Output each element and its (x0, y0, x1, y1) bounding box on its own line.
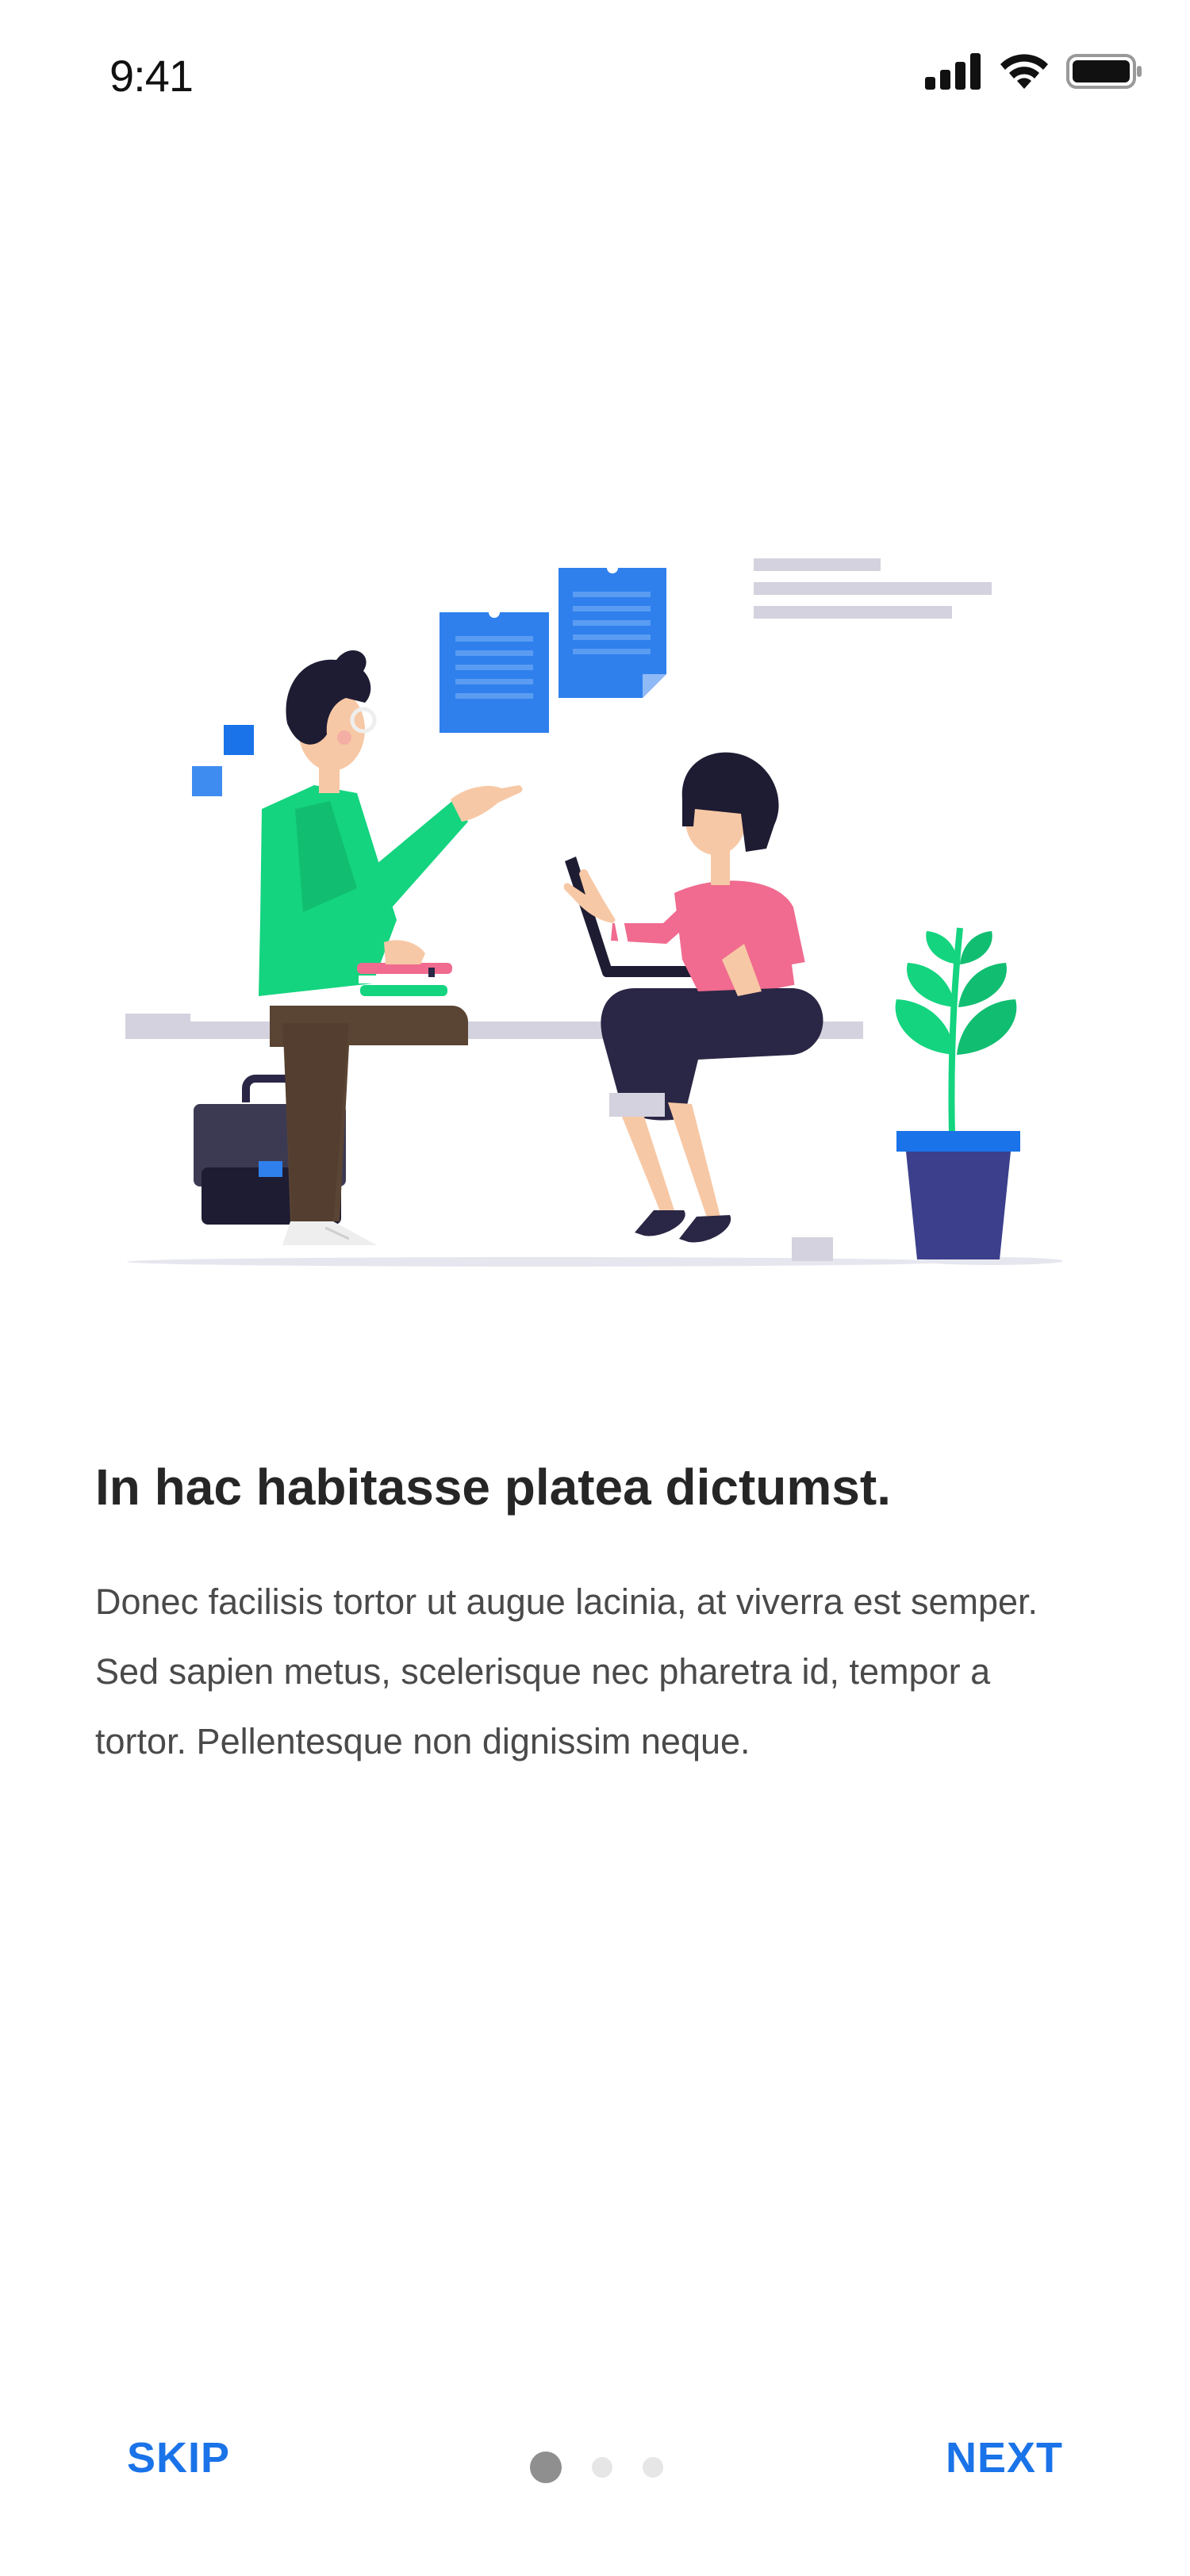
status-time: 9:41 (109, 51, 194, 101)
battery-icon (1066, 53, 1142, 90)
status-bar: 9:41 (0, 0, 1190, 151)
page-dot[interactable] (643, 2457, 663, 2478)
onboarding-navigation: SKIP NEXT (0, 2411, 1190, 2498)
page-title: In hac habitasse platea dictumst. (95, 1459, 891, 1516)
page-dot[interactable] (592, 2457, 612, 2478)
document-icon (559, 562, 666, 698)
page-dot-active[interactable] (530, 2451, 562, 2483)
onboarding-content: In hac habitasse platea dictumst. Donec … (95, 1451, 1095, 1777)
onboarding-illustration (95, 547, 1095, 1293)
skip-button[interactable]: SKIP (127, 2433, 230, 2482)
status-icons (909, 52, 1142, 90)
document-icon (440, 607, 549, 733)
page-description: Donec facilisis tortor ut augue lacinia,… (95, 1581, 1038, 1761)
cellular-signal-icon (925, 53, 982, 90)
next-button[interactable]: NEXT (946, 2433, 1063, 2482)
plant-icon (895, 927, 1020, 1259)
wifi-icon (998, 52, 1050, 90)
illustration-svg (125, 558, 1063, 1267)
page-indicator (530, 2451, 693, 2483)
